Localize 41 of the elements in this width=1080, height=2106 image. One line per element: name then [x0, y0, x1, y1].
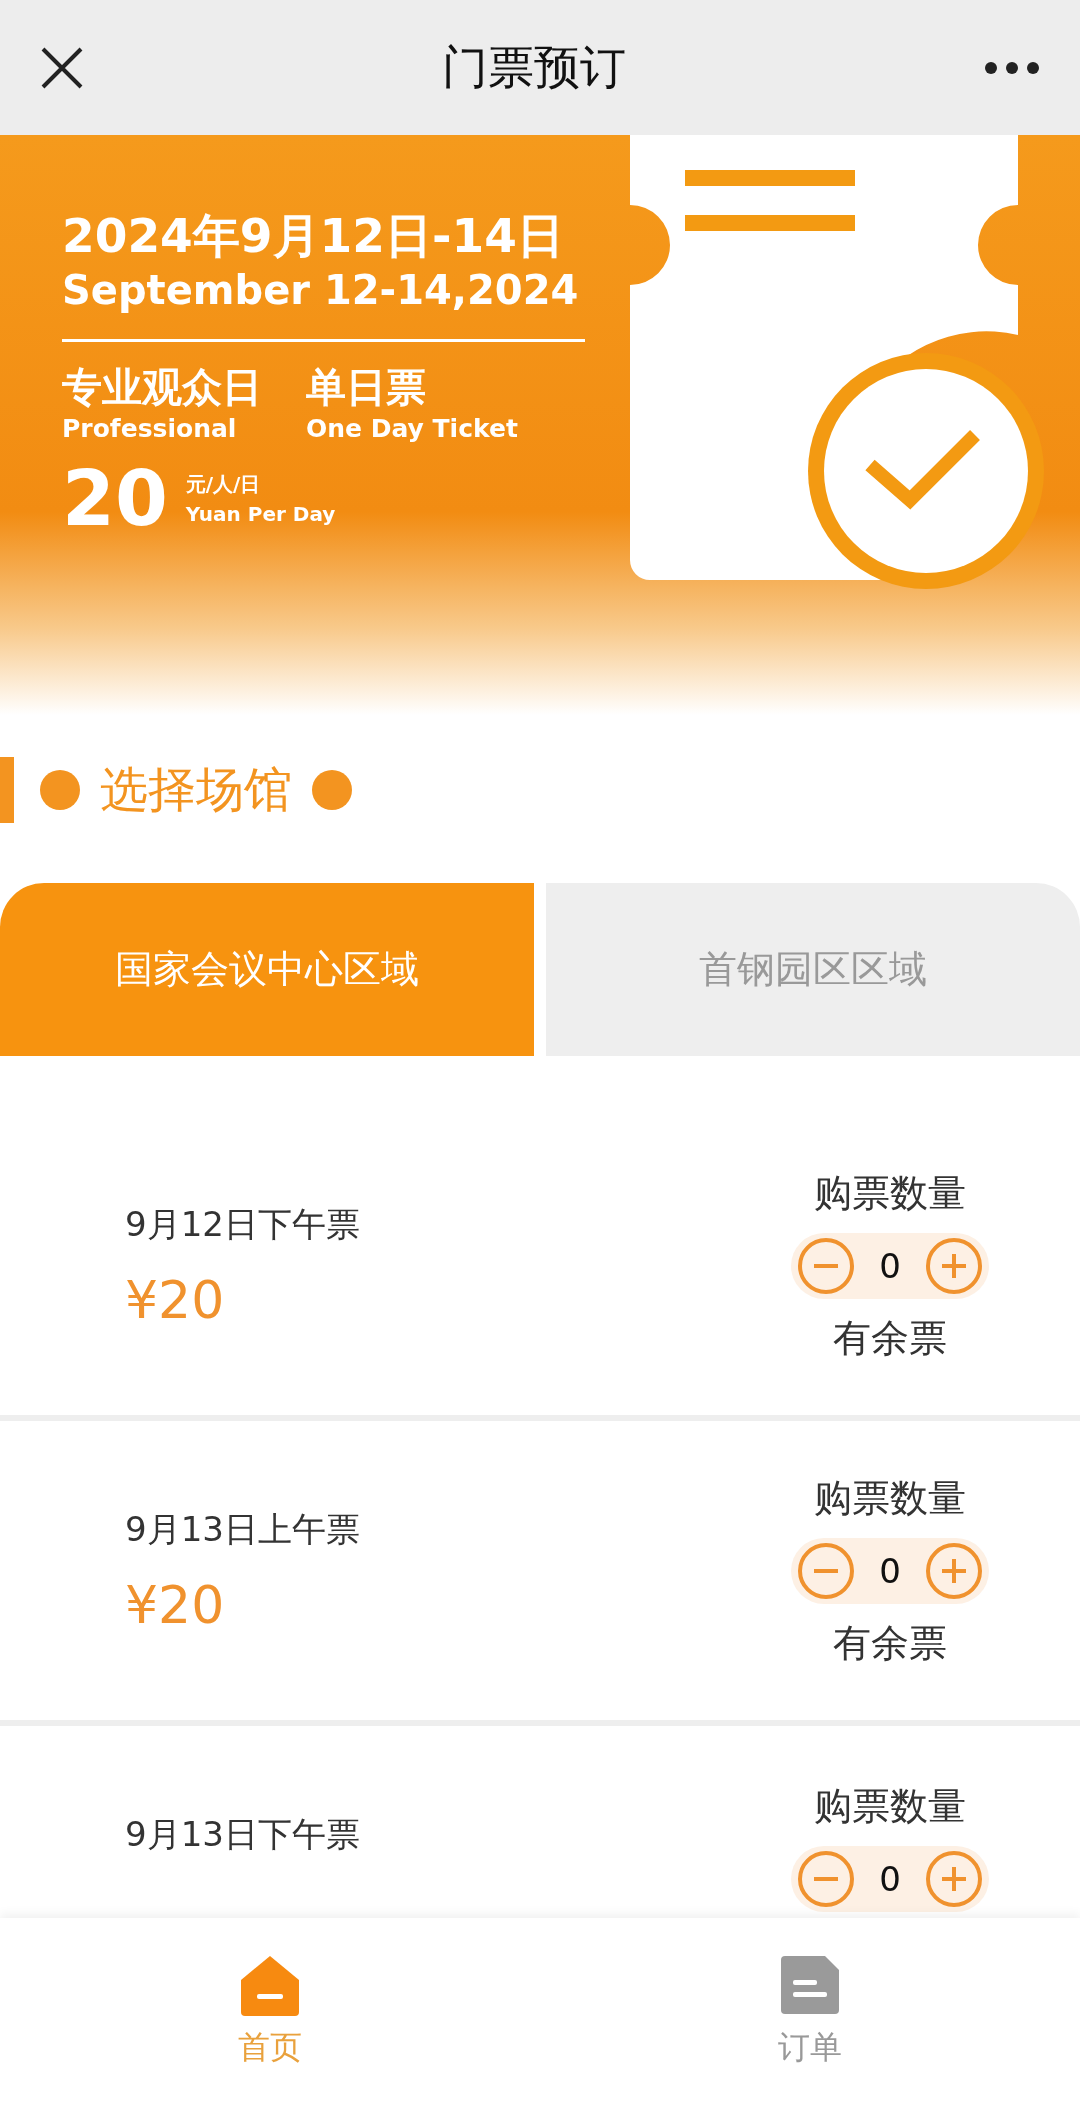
venue-tab[interactable]: 国家会议中心区域 — [0, 883, 534, 1056]
page-title: 门票预订 — [442, 38, 626, 96]
ticket-title: 9月13日下午票 — [125, 1812, 360, 1856]
quantity-label: 购票数量 — [814, 1169, 966, 1217]
close-icon[interactable] — [40, 45, 84, 90]
quantity-label: 购票数量 — [814, 1783, 966, 1830]
quantity-label: 购票数量 — [814, 1474, 966, 1522]
accent-bar — [0, 757, 14, 823]
ticket-title: 9月13日上午票 — [125, 1507, 360, 1551]
date-text: 2024年9月12日-14日 — [62, 207, 565, 265]
ticket-title: 9月12日下午票 — [125, 1202, 360, 1246]
quantity-stepper[interactable]: 0 — [791, 1537, 989, 1604]
plus-button[interactable] — [924, 1236, 983, 1295]
document-icon — [779, 1954, 841, 2016]
stock-status: 有余票 — [833, 1314, 947, 1362]
minus-button[interactable] — [797, 1236, 856, 1295]
minus-button[interactable] — [797, 1541, 856, 1600]
ticket-price: ¥20 — [125, 1574, 226, 1635]
venue-tab[interactable]: 首钢园区区域 — [546, 883, 1080, 1056]
quantity-stepper[interactable]: 0 — [791, 1846, 989, 1912]
ticket-type-label: One Day Ticket — [306, 413, 518, 445]
ticket-price: ¥20 — [125, 1269, 226, 1330]
section-title: 选择场馆 — [100, 760, 292, 819]
home-icon — [239, 1954, 301, 2016]
nav-tab[interactable]: 订单 — [540, 1918, 1080, 2106]
plus-button[interactable] — [924, 1541, 983, 1600]
ticket-type-label: 单日票 — [306, 363, 427, 412]
nav-tab[interactable]: 首页 — [0, 1918, 540, 2106]
stock-status: 有余票 — [833, 1619, 947, 1667]
price-unit: Yuan Per Day — [185, 501, 336, 528]
minus-button[interactable] — [797, 1850, 856, 1908]
dot-icon — [40, 770, 80, 810]
price-text: 20 — [62, 454, 168, 544]
audience-label: 专业观众日 — [62, 363, 262, 412]
date-text: September 12-14,2024 — [62, 266, 580, 315]
plus-button[interactable] — [924, 1850, 983, 1908]
more-icon[interactable] — [984, 60, 1040, 75]
audience-label: Professional — [62, 413, 238, 445]
price-unit: 元/人/日 — [185, 471, 262, 498]
dot-icon — [312, 770, 352, 810]
quantity-stepper[interactable]: 0 — [791, 1232, 989, 1299]
